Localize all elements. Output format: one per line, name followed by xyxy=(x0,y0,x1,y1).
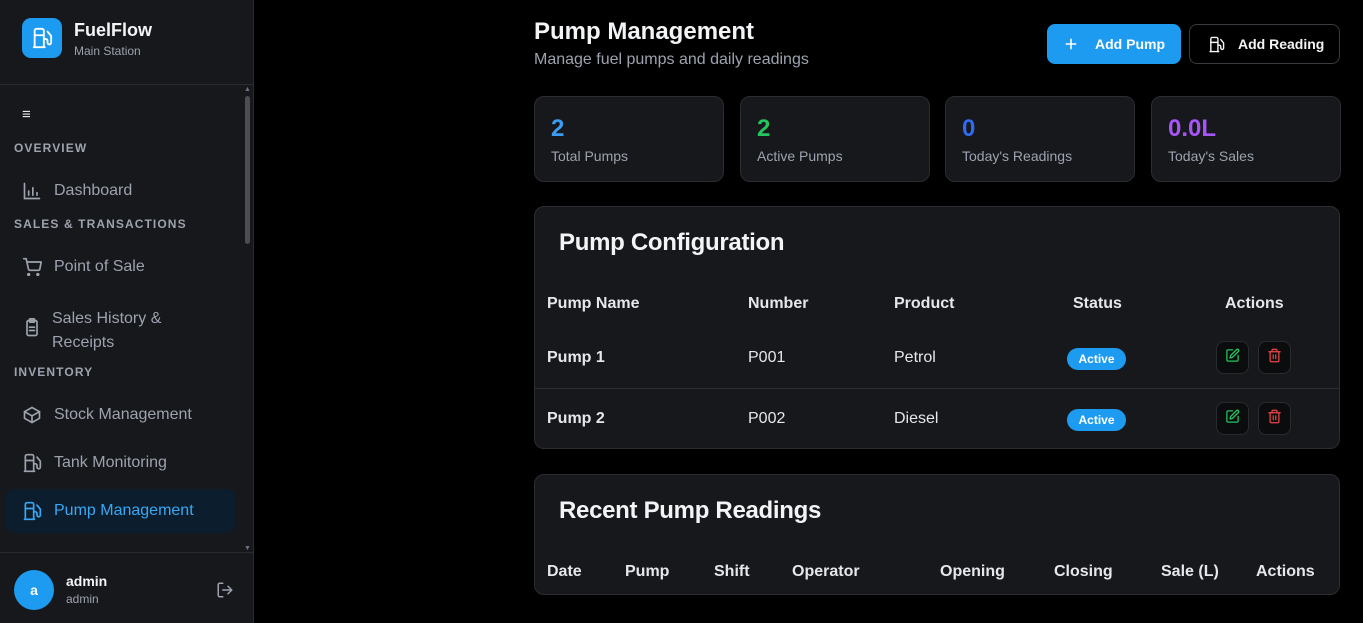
column-header: Date xyxy=(547,563,582,580)
stat-total-pumps: 2 Total Pumps xyxy=(534,96,724,182)
fuel-pump-icon xyxy=(22,453,42,473)
sidebar-item-label: Dashboard xyxy=(54,182,133,199)
scroll-down-icon[interactable]: ▼ xyxy=(244,545,251,552)
column-header: Actions xyxy=(1225,295,1284,312)
page-subtitle: Manage fuel pumps and daily readings xyxy=(534,51,809,68)
column-header: Sale (L) xyxy=(1161,563,1219,580)
plus-icon xyxy=(1063,36,1079,52)
stat-value: 0.0L xyxy=(1168,115,1217,142)
delete-button[interactable] xyxy=(1258,402,1291,435)
fuel-pump-icon xyxy=(22,18,62,58)
scroll-up-icon[interactable]: ▲ xyxy=(244,86,251,93)
stat-todays-readings: 0 Today's Readings xyxy=(945,96,1135,182)
brand-subtitle: Main Station xyxy=(74,44,141,58)
stat-label: Total Pumps xyxy=(551,148,629,164)
sidebar-item-label: Tank Monitoring xyxy=(54,454,167,471)
status-badge: Active xyxy=(1067,348,1126,370)
edit-button[interactable] xyxy=(1216,402,1249,435)
sidebar-nav: ≡ OVERVIEW Dashboard SALES & TRANSACTION… xyxy=(0,86,253,552)
status-badge: Active xyxy=(1067,409,1126,431)
stat-value: 0 xyxy=(962,115,976,142)
column-header: Opening xyxy=(940,563,1005,580)
card-title: Pump Configuration xyxy=(559,229,785,256)
fuel-pump-icon xyxy=(1208,36,1225,53)
sidebar-item-pump-management[interactable]: Pump Management xyxy=(6,489,235,533)
user-panel: a admin admin xyxy=(0,552,253,623)
avatar[interactable]: a xyxy=(14,570,54,610)
sidebar-item-label: Point of Sale xyxy=(54,258,145,275)
page-title: Pump Management xyxy=(534,18,755,45)
column-header: Actions xyxy=(1256,563,1315,580)
fuel-pump-icon xyxy=(22,501,42,521)
stat-active-pumps: 2 Active Pumps xyxy=(740,96,930,182)
edit-icon xyxy=(1225,409,1240,429)
stat-todays-sales: 0.0L Today's Sales xyxy=(1151,96,1341,182)
add-reading-label: Add Reading xyxy=(1238,36,1325,52)
brand-header: FuelFlow Main Station xyxy=(0,0,253,85)
column-header: Pump Name xyxy=(547,295,640,312)
menu-toggle-icon[interactable]: ≡ xyxy=(22,107,36,122)
add-pump-button[interactable]: Add Pump xyxy=(1047,24,1181,64)
sidebar-item-label: Sales History & Receipts xyxy=(52,310,162,351)
card-title: Recent Pump Readings xyxy=(559,497,822,524)
stat-value: 2 xyxy=(757,115,771,142)
sidebar-item-label: Pump Management xyxy=(54,502,194,519)
sidebar-item-tank-monitoring[interactable]: Tank Monitoring xyxy=(6,441,235,485)
sidebar-scrollbar[interactable]: ▲ ▼ xyxy=(243,86,251,552)
section-overview: OVERVIEW xyxy=(14,141,88,155)
add-pump-label: Add Pump xyxy=(1095,36,1165,52)
box-icon xyxy=(22,405,42,425)
recent-readings-card: Recent Pump Readings Date Pump Shift Ope… xyxy=(534,474,1340,595)
cart-icon xyxy=(22,257,43,277)
trash-icon xyxy=(1267,348,1282,368)
trash-icon xyxy=(1267,409,1282,429)
column-header: Product xyxy=(894,295,955,312)
stat-label: Today's Readings xyxy=(962,148,1073,164)
stat-label: Today's Sales xyxy=(1168,148,1254,164)
column-header: Number xyxy=(748,295,809,312)
pump-product: Petrol xyxy=(894,349,936,366)
column-header: Status xyxy=(1073,295,1122,312)
brand-name: FuelFlow xyxy=(74,20,152,40)
edit-icon xyxy=(1225,348,1240,368)
sidebar: FuelFlow Main Station ≡ OVERVIEW Dashboa… xyxy=(0,0,254,623)
column-header: Pump xyxy=(625,563,670,580)
delete-button[interactable] xyxy=(1258,341,1291,374)
sidebar-item-dashboard[interactable]: Dashboard xyxy=(6,169,235,213)
stat-label: Active Pumps xyxy=(757,148,843,164)
sidebar-item-point-of-sale[interactable]: Point of Sale xyxy=(6,245,235,289)
section-sales: SALES & TRANSACTIONS xyxy=(14,217,187,231)
app: FuelFlow Main Station ≡ OVERVIEW Dashboa… xyxy=(0,0,1363,623)
sidebar-item-label: Stock Management xyxy=(54,406,192,423)
column-header: Closing xyxy=(1054,563,1113,580)
user-role: admin xyxy=(66,592,99,606)
pump-number: P001 xyxy=(748,349,786,366)
sidebar-item-stock-management[interactable]: Stock Management xyxy=(6,393,235,437)
section-inventory: INVENTORY xyxy=(14,365,94,379)
clipboard-icon xyxy=(22,318,42,338)
user-name: admin xyxy=(66,573,108,589)
column-header: Shift xyxy=(714,563,750,580)
stat-value: 2 xyxy=(551,115,565,142)
pump-name: Pump 1 xyxy=(547,349,605,366)
pump-product: Diesel xyxy=(894,410,939,427)
logout-icon[interactable] xyxy=(216,581,234,599)
column-header: Operator xyxy=(792,563,860,580)
pump-number: P002 xyxy=(748,410,786,427)
add-reading-button[interactable]: Add Reading xyxy=(1189,24,1340,64)
pump-name: Pump 2 xyxy=(547,410,605,427)
bar-chart-icon xyxy=(22,181,42,201)
pump-configuration-card: Pump Configuration Pump Name Number Prod… xyxy=(534,206,1340,449)
row-divider xyxy=(535,388,1339,389)
sidebar-item-sales-history[interactable]: Sales History & Receipts xyxy=(6,300,235,356)
scroll-thumb[interactable] xyxy=(245,96,250,244)
edit-button[interactable] xyxy=(1216,341,1249,374)
